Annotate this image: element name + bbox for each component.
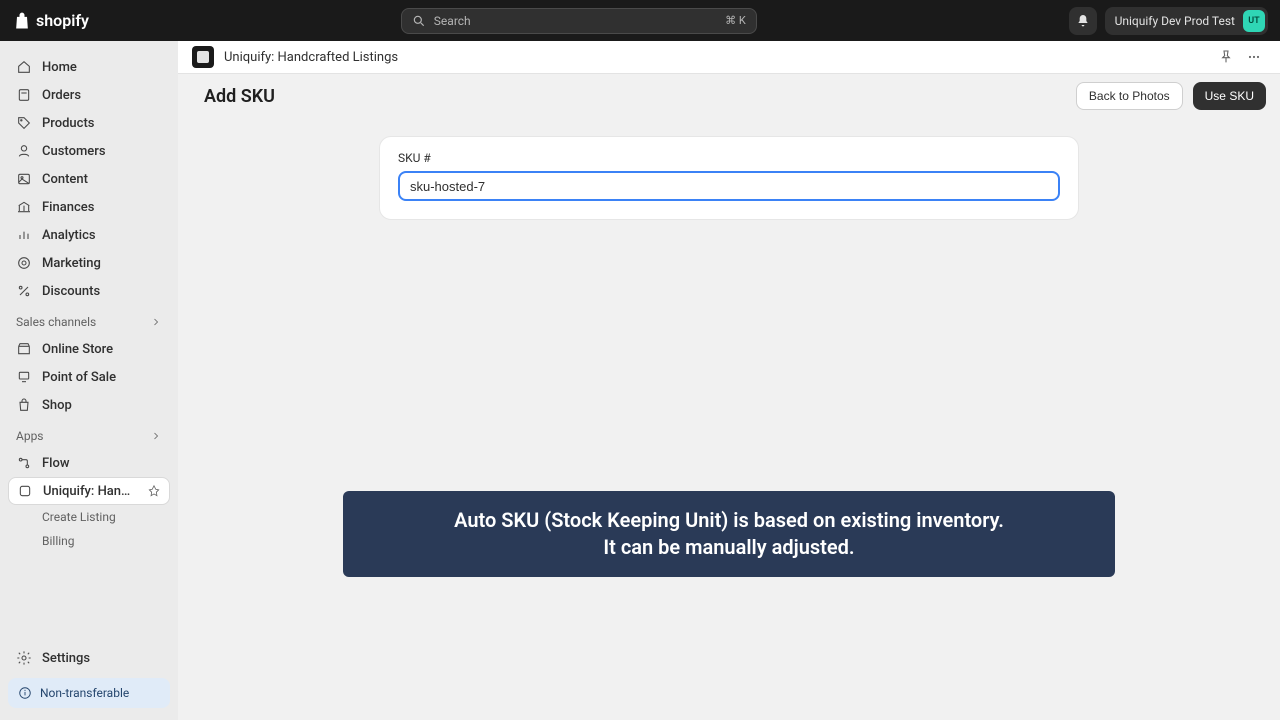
person-icon bbox=[16, 143, 32, 159]
orders-icon bbox=[16, 87, 32, 103]
search-shortcut: ⌘ K bbox=[725, 14, 746, 27]
sidebar-channel-online-store[interactable]: Online Store bbox=[8, 335, 170, 363]
search-wrap: Search ⌘ K bbox=[101, 8, 1057, 34]
shopbag-icon bbox=[16, 397, 32, 413]
page-title: Add SKU bbox=[192, 86, 1076, 107]
sku-input[interactable] bbox=[398, 171, 1060, 201]
user-store-label: Uniquify Dev Prod Test bbox=[1115, 14, 1235, 28]
sidebar-item-discounts[interactable]: Discounts bbox=[8, 277, 170, 305]
sidebar-sub-create-listing[interactable]: Create Listing bbox=[8, 505, 170, 529]
sidebar-settings[interactable]: Settings bbox=[8, 644, 170, 672]
app-icon bbox=[192, 46, 214, 68]
page-titlebar: Add SKU Back to Photos Use SKU bbox=[178, 74, 1280, 118]
sidebar-app-uniquify[interactable]: Uniquify: Handcrafte... bbox=[8, 477, 170, 505]
use-sku-button[interactable]: Use SKU bbox=[1193, 82, 1266, 110]
banner-line-2: It can be manually adjusted. bbox=[367, 534, 1091, 561]
sidebar-app-flow[interactable]: Flow bbox=[8, 449, 170, 477]
chart-icon bbox=[16, 227, 32, 243]
sku-card: SKU # bbox=[379, 136, 1079, 220]
main-content: Uniquify: Handcrafted Listings Add SKU B… bbox=[178, 41, 1280, 720]
search-icon bbox=[412, 14, 426, 28]
chevron-right-icon bbox=[150, 316, 162, 328]
app-header: Uniquify: Handcrafted Listings bbox=[178, 41, 1280, 74]
non-transferable-badge[interactable]: Non-transferable bbox=[8, 678, 170, 708]
app-name: Uniquify: Handcrafted Listings bbox=[224, 50, 1208, 65]
sidebar-item-marketing[interactable]: Marketing bbox=[8, 249, 170, 277]
chevron-right-icon bbox=[150, 430, 162, 442]
sidebar-item-home[interactable]: Home bbox=[8, 53, 170, 81]
sidebar-channel-pos[interactable]: Point of Sale bbox=[8, 363, 170, 391]
image-icon bbox=[16, 171, 32, 187]
bell-icon bbox=[1075, 13, 1091, 29]
info-icon bbox=[18, 686, 32, 700]
percent-icon bbox=[16, 283, 32, 299]
back-to-photos-button[interactable]: Back to Photos bbox=[1076, 82, 1183, 110]
flow-icon bbox=[16, 455, 32, 471]
sidebar-channel-shop[interactable]: Shop bbox=[8, 391, 170, 419]
shopify-logo[interactable]: shopify bbox=[12, 10, 89, 32]
sidebar-item-orders[interactable]: Orders bbox=[8, 81, 170, 109]
banner-line-1: Auto SKU (Stock Keeping Unit) is based o… bbox=[367, 507, 1091, 534]
shopify-bag-icon bbox=[12, 10, 32, 32]
topbar-right: Uniquify Dev Prod Test UT bbox=[1069, 7, 1268, 35]
pin-icon[interactable] bbox=[147, 484, 161, 498]
avatar: UT bbox=[1243, 10, 1265, 32]
sku-field-label: SKU # bbox=[398, 151, 1060, 165]
notifications-button[interactable] bbox=[1069, 7, 1097, 35]
search-placeholder: Search bbox=[434, 14, 717, 28]
pin-icon[interactable] bbox=[1218, 49, 1234, 65]
sidebar-item-products[interactable]: Products bbox=[8, 109, 170, 137]
apps-header[interactable]: Apps bbox=[8, 419, 170, 449]
home-icon bbox=[16, 59, 32, 75]
bank-icon bbox=[16, 199, 32, 215]
sidebar-item-finances[interactable]: Finances bbox=[8, 193, 170, 221]
more-icon[interactable] bbox=[1246, 49, 1262, 65]
tag-icon bbox=[16, 115, 32, 131]
top-bar: shopify Search ⌘ K Uniquify Dev Prod Tes… bbox=[0, 0, 1280, 41]
sidebar-sub-billing[interactable]: Billing bbox=[8, 529, 170, 553]
sales-channels-header[interactable]: Sales channels bbox=[8, 305, 170, 335]
sidebar-item-analytics[interactable]: Analytics bbox=[8, 221, 170, 249]
logo-text: shopify bbox=[36, 11, 89, 30]
app-uniquify-icon bbox=[17, 483, 33, 499]
gear-icon bbox=[16, 650, 32, 666]
store-icon bbox=[16, 341, 32, 357]
target-icon bbox=[16, 255, 32, 271]
sidebar: Home Orders Products Customers Content F… bbox=[0, 41, 178, 720]
sidebar-item-customers[interactable]: Customers bbox=[8, 137, 170, 165]
global-search[interactable]: Search ⌘ K bbox=[401, 8, 757, 34]
user-menu-button[interactable]: Uniquify Dev Prod Test UT bbox=[1105, 7, 1268, 35]
sidebar-item-content[interactable]: Content bbox=[8, 165, 170, 193]
pos-icon bbox=[16, 369, 32, 385]
info-banner: Auto SKU (Stock Keeping Unit) is based o… bbox=[343, 491, 1115, 577]
